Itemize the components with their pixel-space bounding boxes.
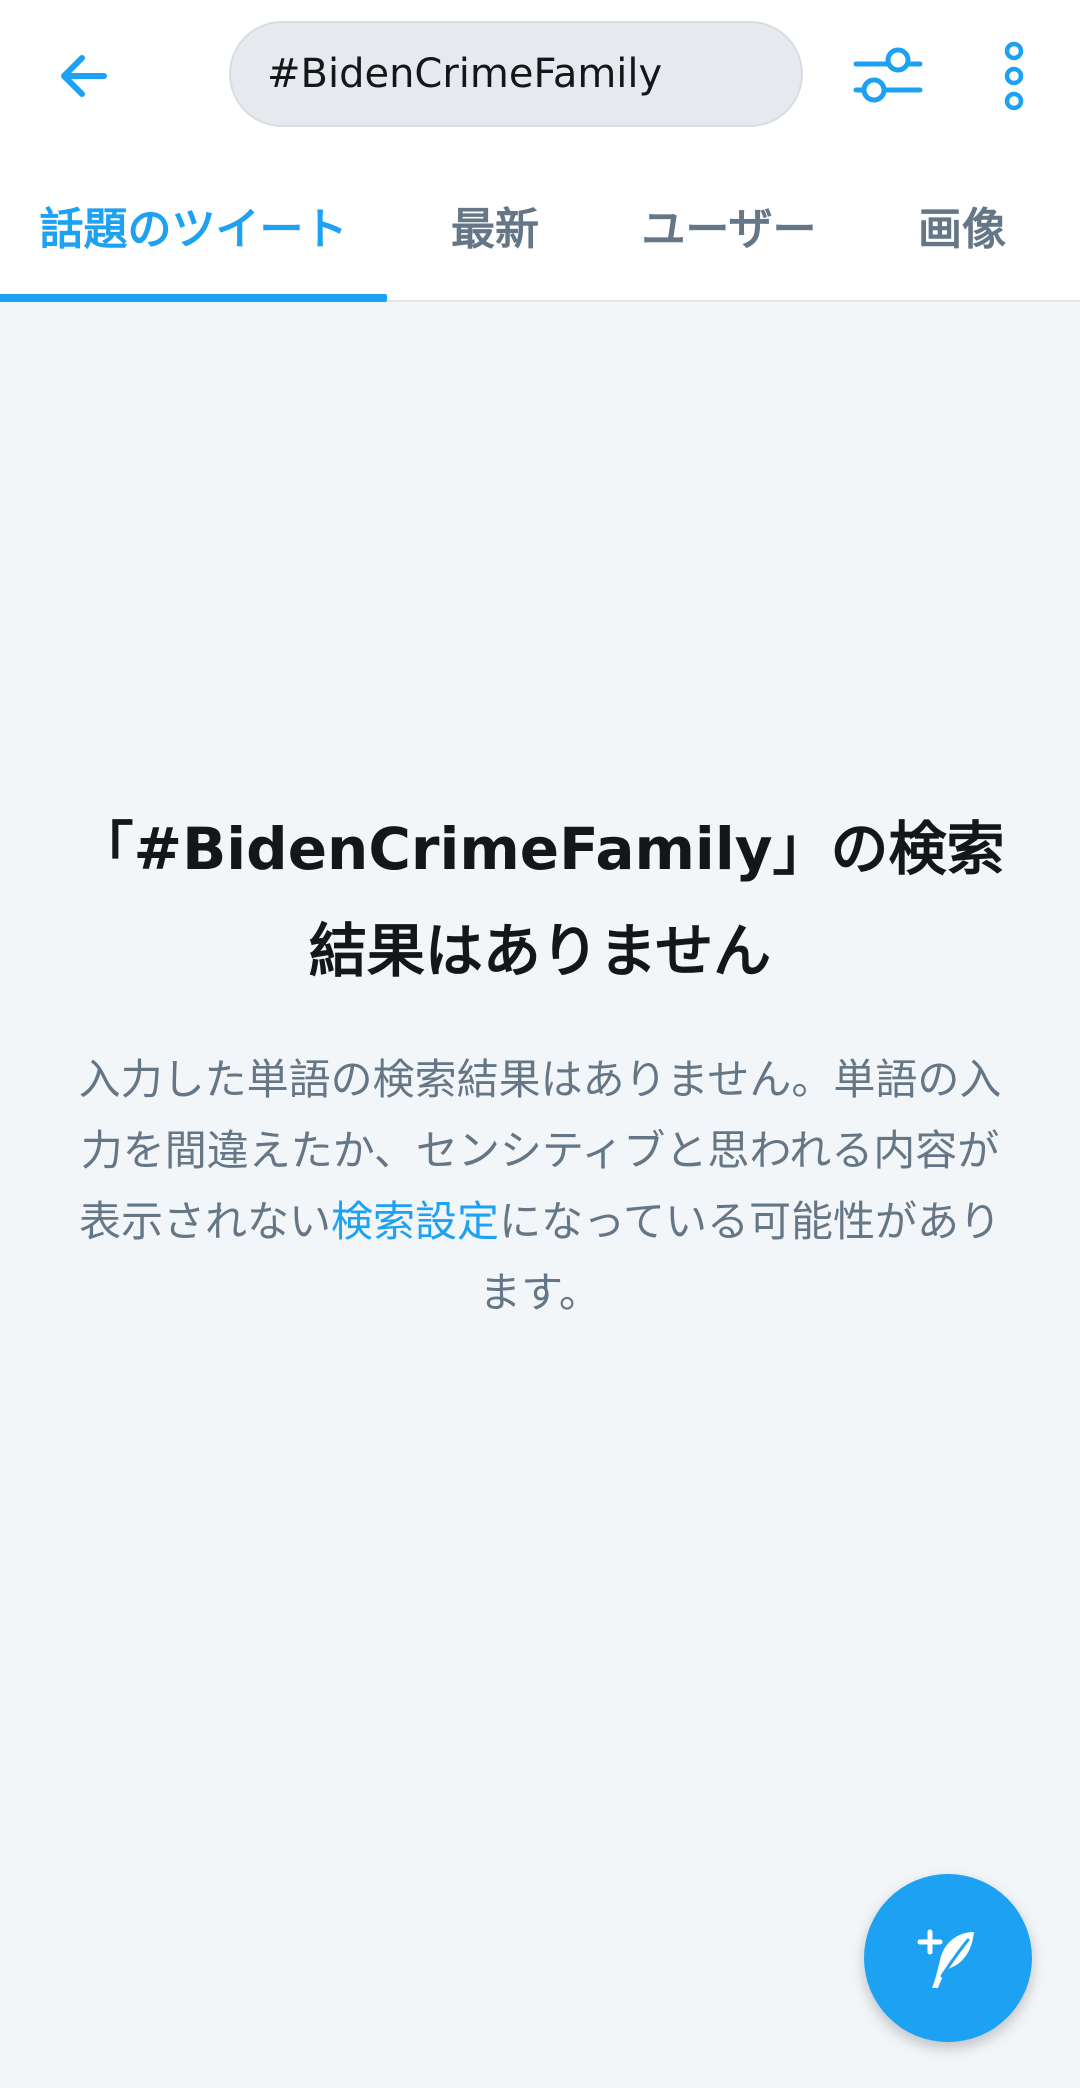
search-query-text: #BidenCrimeFamily <box>267 51 663 97</box>
top-app-bar: #BidenCrimeFamily <box>0 0 1080 150</box>
back-button[interactable] <box>44 36 124 116</box>
tab-label: 話題のツイート <box>39 204 348 255</box>
tab-users[interactable]: ユーザー <box>620 150 838 300</box>
empty-state-title: 「#BidenCrimeFamily」の検索結果はありません <box>75 815 1005 985</box>
tab-label: 最新 <box>451 204 539 255</box>
compose-tweet-button[interactable] <box>864 1874 1032 2042</box>
tab-top-tweets[interactable]: 話題のツイート <box>0 150 387 300</box>
search-results-screen: #BidenCrimeFamily 話題のツイート 最新 ユーザー 画像 「#B… <box>0 0 1080 2088</box>
more-options-button[interactable] <box>994 36 1034 116</box>
tab-images[interactable]: 画像 <box>880 150 1044 300</box>
tab-label: 画像 <box>918 204 1006 255</box>
tab-label: ユーザー <box>641 204 817 255</box>
search-input[interactable]: #BidenCrimeFamily <box>229 21 803 127</box>
empty-state-message: 入力した単語の検索結果はありません。単語の入力を間違えたか、センシティブと思われ… <box>70 1044 1010 1328</box>
search-filter-button[interactable] <box>846 36 930 116</box>
empty-state-message-text-end: になっている可能性があります。 <box>479 1197 1001 1317</box>
compose-tweet-icon <box>917 1929 974 1988</box>
search-settings-link[interactable]: 検索設定 <box>331 1197 499 1246</box>
active-tab-indicator <box>0 294 387 302</box>
more-vertical-icon <box>1004 41 1024 111</box>
arrow-left-icon <box>61 55 107 97</box>
search-tabs: 話題のツイート 最新 ユーザー 画像 <box>0 150 1080 302</box>
tab-latest[interactable]: 最新 <box>405 150 585 300</box>
sliders-icon <box>853 47 923 103</box>
empty-state: 「#BidenCrimeFamily」の検索結果はありません 入力した単語の検索… <box>70 798 1010 1328</box>
